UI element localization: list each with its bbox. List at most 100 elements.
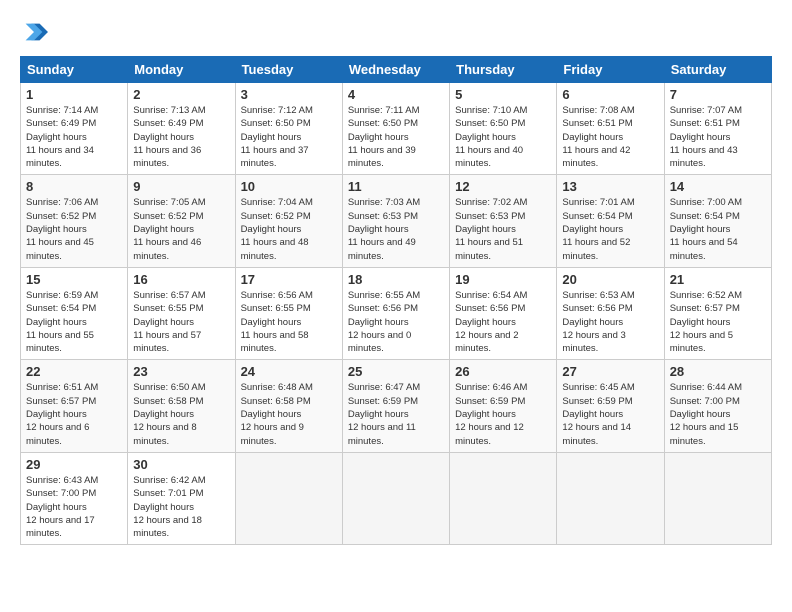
day-info: Sunrise: 7:04 AM Sunset: 6:52 PM Dayligh… [241, 196, 337, 262]
day-number: 14 [670, 179, 766, 194]
day-info: Sunrise: 6:56 AM Sunset: 6:55 PM Dayligh… [241, 289, 337, 355]
calendar-day-2: 2 Sunrise: 7:13 AM Sunset: 6:49 PM Dayli… [128, 83, 235, 175]
weekday-sunday: Sunday [21, 57, 128, 83]
day-info: Sunrise: 6:42 AM Sunset: 7:01 PM Dayligh… [133, 474, 229, 540]
header [20, 18, 772, 46]
day-info: Sunrise: 7:02 AM Sunset: 6:53 PM Dayligh… [455, 196, 551, 262]
day-info: Sunrise: 7:12 AM Sunset: 6:50 PM Dayligh… [241, 104, 337, 170]
calendar-day-8: 8 Sunrise: 7:06 AM Sunset: 6:52 PM Dayli… [21, 175, 128, 267]
day-number: 26 [455, 364, 551, 379]
day-number: 27 [562, 364, 658, 379]
calendar-day-13: 13 Sunrise: 7:01 AM Sunset: 6:54 PM Dayl… [557, 175, 664, 267]
day-info: Sunrise: 6:45 AM Sunset: 6:59 PM Dayligh… [562, 381, 658, 447]
day-number: 3 [241, 87, 337, 102]
day-info: Sunrise: 6:50 AM Sunset: 6:58 PM Dayligh… [133, 381, 229, 447]
calendar-empty [557, 452, 664, 544]
day-info: Sunrise: 7:06 AM Sunset: 6:52 PM Dayligh… [26, 196, 122, 262]
calendar-empty [235, 452, 342, 544]
calendar-day-9: 9 Sunrise: 7:05 AM Sunset: 6:52 PM Dayli… [128, 175, 235, 267]
calendar-day-4: 4 Sunrise: 7:11 AM Sunset: 6:50 PM Dayli… [342, 83, 449, 175]
day-number: 22 [26, 364, 122, 379]
day-info: Sunrise: 6:47 AM Sunset: 6:59 PM Dayligh… [348, 381, 444, 447]
day-number: 21 [670, 272, 766, 287]
calendar-day-30: 30 Sunrise: 6:42 AM Sunset: 7:01 PM Dayl… [128, 452, 235, 544]
day-number: 19 [455, 272, 551, 287]
day-number: 16 [133, 272, 229, 287]
calendar-week-3: 22 Sunrise: 6:51 AM Sunset: 6:57 PM Dayl… [21, 360, 772, 452]
day-info: Sunrise: 6:57 AM Sunset: 6:55 PM Dayligh… [133, 289, 229, 355]
calendar-day-28: 28 Sunrise: 6:44 AM Sunset: 7:00 PM Dayl… [664, 360, 771, 452]
calendar-week-1: 8 Sunrise: 7:06 AM Sunset: 6:52 PM Dayli… [21, 175, 772, 267]
day-number: 1 [26, 87, 122, 102]
calendar-day-18: 18 Sunrise: 6:55 AM Sunset: 6:56 PM Dayl… [342, 267, 449, 359]
day-info: Sunrise: 7:11 AM Sunset: 6:50 PM Dayligh… [348, 104, 444, 170]
weekday-thursday: Thursday [450, 57, 557, 83]
day-number: 24 [241, 364, 337, 379]
day-number: 2 [133, 87, 229, 102]
weekday-friday: Friday [557, 57, 664, 83]
day-number: 8 [26, 179, 122, 194]
calendar-day-5: 5 Sunrise: 7:10 AM Sunset: 6:50 PM Dayli… [450, 83, 557, 175]
day-info: Sunrise: 6:53 AM Sunset: 6:56 PM Dayligh… [562, 289, 658, 355]
day-info: Sunrise: 7:01 AM Sunset: 6:54 PM Dayligh… [562, 196, 658, 262]
day-info: Sunrise: 6:43 AM Sunset: 7:00 PM Dayligh… [26, 474, 122, 540]
day-info: Sunrise: 6:59 AM Sunset: 6:54 PM Dayligh… [26, 289, 122, 355]
day-number: 9 [133, 179, 229, 194]
calendar-week-4: 29 Sunrise: 6:43 AM Sunset: 7:00 PM Dayl… [21, 452, 772, 544]
calendar-day-21: 21 Sunrise: 6:52 AM Sunset: 6:57 PM Dayl… [664, 267, 771, 359]
calendar-day-14: 14 Sunrise: 7:00 AM Sunset: 6:54 PM Dayl… [664, 175, 771, 267]
day-info: Sunrise: 7:03 AM Sunset: 6:53 PM Dayligh… [348, 196, 444, 262]
calendar-day-23: 23 Sunrise: 6:50 AM Sunset: 6:58 PM Dayl… [128, 360, 235, 452]
calendar-day-25: 25 Sunrise: 6:47 AM Sunset: 6:59 PM Dayl… [342, 360, 449, 452]
calendar-day-16: 16 Sunrise: 6:57 AM Sunset: 6:55 PM Dayl… [128, 267, 235, 359]
calendar-day-19: 19 Sunrise: 6:54 AM Sunset: 6:56 PM Dayl… [450, 267, 557, 359]
day-number: 28 [670, 364, 766, 379]
calendar-empty [664, 452, 771, 544]
calendar-day-6: 6 Sunrise: 7:08 AM Sunset: 6:51 PM Dayli… [557, 83, 664, 175]
day-number: 5 [455, 87, 551, 102]
day-info: Sunrise: 6:54 AM Sunset: 6:56 PM Dayligh… [455, 289, 551, 355]
day-number: 18 [348, 272, 444, 287]
calendar-day-3: 3 Sunrise: 7:12 AM Sunset: 6:50 PM Dayli… [235, 83, 342, 175]
day-number: 29 [26, 457, 122, 472]
day-info: Sunrise: 7:14 AM Sunset: 6:49 PM Dayligh… [26, 104, 122, 170]
day-number: 7 [670, 87, 766, 102]
day-number: 25 [348, 364, 444, 379]
calendar-day-7: 7 Sunrise: 7:07 AM Sunset: 6:51 PM Dayli… [664, 83, 771, 175]
calendar-day-22: 22 Sunrise: 6:51 AM Sunset: 6:57 PM Dayl… [21, 360, 128, 452]
calendar-day-12: 12 Sunrise: 7:02 AM Sunset: 6:53 PM Dayl… [450, 175, 557, 267]
calendar-day-1: 1 Sunrise: 7:14 AM Sunset: 6:49 PM Dayli… [21, 83, 128, 175]
day-number: 15 [26, 272, 122, 287]
calendar-day-11: 11 Sunrise: 7:03 AM Sunset: 6:53 PM Dayl… [342, 175, 449, 267]
page: SundayMondayTuesdayWednesdayThursdayFrid… [0, 0, 792, 612]
calendar-day-26: 26 Sunrise: 6:46 AM Sunset: 6:59 PM Dayl… [450, 360, 557, 452]
calendar-day-29: 29 Sunrise: 6:43 AM Sunset: 7:00 PM Dayl… [21, 452, 128, 544]
calendar-empty [342, 452, 449, 544]
calendar-body: 1 Sunrise: 7:14 AM Sunset: 6:49 PM Dayli… [21, 83, 772, 545]
day-info: Sunrise: 7:08 AM Sunset: 6:51 PM Dayligh… [562, 104, 658, 170]
logo-icon [20, 18, 48, 46]
day-number: 12 [455, 179, 551, 194]
weekday-wednesday: Wednesday [342, 57, 449, 83]
day-info: Sunrise: 7:00 AM Sunset: 6:54 PM Dayligh… [670, 196, 766, 262]
day-number: 17 [241, 272, 337, 287]
day-info: Sunrise: 6:44 AM Sunset: 7:00 PM Dayligh… [670, 381, 766, 447]
day-number: 6 [562, 87, 658, 102]
day-info: Sunrise: 7:05 AM Sunset: 6:52 PM Dayligh… [133, 196, 229, 262]
calendar-day-27: 27 Sunrise: 6:45 AM Sunset: 6:59 PM Dayl… [557, 360, 664, 452]
weekday-monday: Monday [128, 57, 235, 83]
day-number: 10 [241, 179, 337, 194]
day-info: Sunrise: 6:48 AM Sunset: 6:58 PM Dayligh… [241, 381, 337, 447]
day-info: Sunrise: 6:46 AM Sunset: 6:59 PM Dayligh… [455, 381, 551, 447]
calendar-day-24: 24 Sunrise: 6:48 AM Sunset: 6:58 PM Dayl… [235, 360, 342, 452]
calendar-week-2: 15 Sunrise: 6:59 AM Sunset: 6:54 PM Dayl… [21, 267, 772, 359]
weekday-header-row: SundayMondayTuesdayWednesdayThursdayFrid… [21, 57, 772, 83]
calendar-day-17: 17 Sunrise: 6:56 AM Sunset: 6:55 PM Dayl… [235, 267, 342, 359]
calendar-day-15: 15 Sunrise: 6:59 AM Sunset: 6:54 PM Dayl… [21, 267, 128, 359]
day-number: 30 [133, 457, 229, 472]
calendar-day-20: 20 Sunrise: 6:53 AM Sunset: 6:56 PM Dayl… [557, 267, 664, 359]
day-info: Sunrise: 7:10 AM Sunset: 6:50 PM Dayligh… [455, 104, 551, 170]
day-info: Sunrise: 6:55 AM Sunset: 6:56 PM Dayligh… [348, 289, 444, 355]
weekday-tuesday: Tuesday [235, 57, 342, 83]
logo [20, 18, 50, 46]
